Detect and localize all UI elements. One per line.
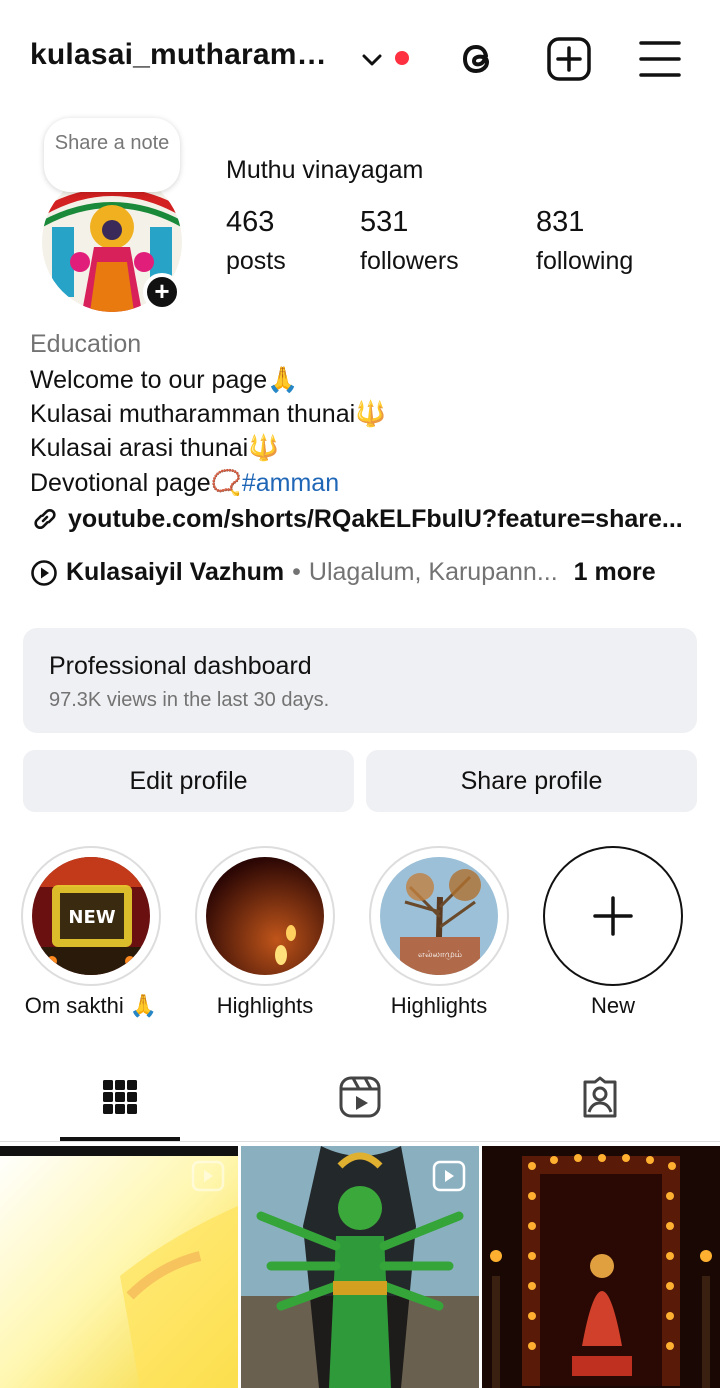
following-label[interactable]: following <box>536 247 633 276</box>
dashboard-title: Professional dashboard <box>49 652 312 680</box>
highlight-label: Highlights <box>390 993 488 1018</box>
bio-link-text[interactable]: youtube.com/shorts/RQakELFbulU?feature=s… <box>68 505 683 534</box>
plus-icon <box>593 896 633 936</box>
play-circle-icon <box>31 559 57 586</box>
followers-count[interactable]: 531 <box>360 206 408 239</box>
chevron-down-icon[interactable] <box>358 46 386 74</box>
highlight-label: New <box>590 993 635 1018</box>
highlight-thumb-text: NEW <box>68 907 115 928</box>
add-story-icon[interactable]: + <box>143 273 181 311</box>
music-artist[interactable]: Ulagalum, Karupann... <box>309 558 558 587</box>
new-post-icon[interactable] <box>546 36 592 82</box>
post-thumbnail[interactable] <box>0 1146 238 1388</box>
tagged-icon[interactable] <box>577 1074 623 1120</box>
grid-icon[interactable] <box>97 1074 143 1120</box>
dashboard-subtitle: 97.3K views in the last 30 days. <box>49 689 330 711</box>
bio-line: Welcome to our page🙏 <box>30 366 299 394</box>
posts-count[interactable]: 463 <box>226 206 274 239</box>
highlight-label: Highlights <box>216 993 314 1018</box>
post-thumbnail[interactable] <box>241 1146 479 1388</box>
highlight-thumbnail: எல்லாமும் <box>380 857 498 975</box>
share-note-bubble[interactable]: Share a note <box>44 118 180 192</box>
professional-dashboard[interactable]: Professional dashboard 97.3K views in th… <box>23 628 697 733</box>
profile-category: Education <box>30 330 142 358</box>
bio-line: Devotional page📿#amman <box>30 466 339 500</box>
new-highlight-button[interactable] <box>543 846 683 986</box>
link-icon <box>34 508 56 530</box>
more-link[interactable]: 1 more <box>574 558 656 587</box>
profile-full-name: Muthu vinayagam <box>226 156 424 184</box>
highlight-item[interactable]: NEW <box>21 846 161 986</box>
tab-divider <box>0 1141 720 1142</box>
bio-line: Kulasai mutharamman thunai🔱 <box>30 400 387 428</box>
hashtag-link[interactable]: #amman <box>242 469 339 497</box>
share-profile-button[interactable]: Share profile <box>366 750 697 812</box>
threads-icon[interactable] <box>455 36 501 82</box>
bio-link[interactable]: youtube.com/shorts/RQakELFbulU?feature=s… <box>30 504 690 534</box>
music-separator: • <box>292 558 301 586</box>
highlight-thumbnail <box>206 857 324 975</box>
music-row[interactable]: Kulasaiyil Vazhum • Ulagalum, Karupann..… <box>30 558 656 587</box>
highlight-thumbnail: NEW <box>32 857 150 975</box>
highlight-item[interactable] <box>195 846 335 986</box>
followers-label[interactable]: followers <box>360 247 459 276</box>
highlight-item[interactable]: எல்லாமும் <box>369 846 509 986</box>
highlight-thumb-text: எல்லாமும் <box>418 950 462 960</box>
profile-username[interactable]: kulasai_mutharamm... <box>30 38 348 72</box>
notification-dot <box>395 51 409 65</box>
bio-text: Devotional page📿 <box>30 469 242 497</box>
posts-label[interactable]: posts <box>226 247 286 276</box>
music-title[interactable]: Kulasaiyil Vazhum <box>66 558 284 587</box>
reels-icon[interactable] <box>337 1074 383 1120</box>
menu-icon[interactable] <box>637 36 683 82</box>
following-count[interactable]: 831 <box>536 206 584 239</box>
post-thumbnail[interactable] <box>482 1146 720 1388</box>
highlight-label: Om sakthi 🙏 <box>24 993 158 1018</box>
bio-line: Kulasai arasi thunai🔱 <box>30 434 280 462</box>
edit-profile-button[interactable]: Edit profile <box>23 750 354 812</box>
